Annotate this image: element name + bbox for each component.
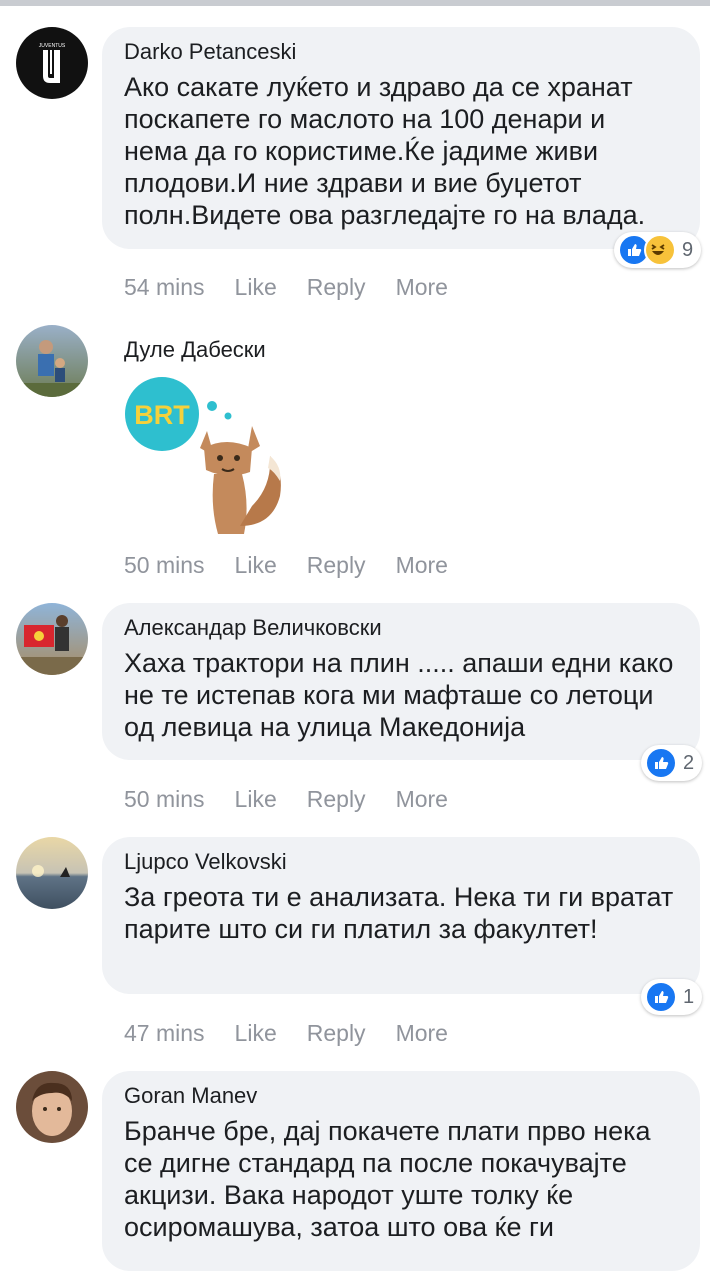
more-button[interactable]: More: [396, 274, 448, 301]
reply-button[interactable]: Reply: [307, 274, 366, 301]
haha-reaction-icon: [644, 234, 676, 266]
reaction-count: 1: [683, 985, 695, 1008]
like-button[interactable]: Like: [235, 786, 277, 813]
commenter-name[interactable]: Александар Величковски: [124, 615, 676, 641]
comment-text: Ако сакате луќето и здраво да се хранат …: [124, 72, 646, 230]
like-button[interactable]: Like: [235, 1020, 277, 1047]
reply-button[interactable]: Reply: [307, 1020, 366, 1047]
avatar[interactable]: [16, 603, 88, 675]
like-reaction-icon: [645, 981, 677, 1013]
reactions-summary[interactable]: 1: [641, 979, 703, 1015]
comment-actions: 47 mins Like Reply More: [124, 1020, 478, 1047]
svg-text:JUVENTUS: JUVENTUS: [39, 43, 66, 49]
more-button[interactable]: More: [396, 786, 448, 813]
avatar[interactable]: [16, 325, 88, 397]
comment-actions: 50 mins Like Reply More: [124, 552, 478, 579]
comment-actions: 54 mins Like Reply More: [124, 274, 478, 301]
comment-text: За греота ти е анализата. Нека ти ги вра…: [124, 882, 674, 944]
reaction-count: 2: [683, 751, 695, 774]
comment-bubble[interactable]: Goran Manev Бранче бре, дај покачете пла…: [102, 1071, 700, 1271]
juventus-logo-icon: JUVENTUS: [39, 43, 66, 83]
commenter-name[interactable]: Ljupco Velkovski: [124, 849, 676, 875]
reaction-count: 9: [682, 238, 694, 261]
comment-bubble[interactable]: Александар Величковски Хаха трактори на …: [102, 603, 700, 760]
avatar[interactable]: [16, 1071, 88, 1143]
more-button[interactable]: More: [396, 1020, 448, 1047]
fox-sticker[interactable]: BRT: [122, 376, 292, 541]
comment-text: Бранче бре, дај покачете плати прво нека…: [124, 1116, 651, 1242]
commenter-name[interactable]: Darko Petanceski: [124, 39, 676, 65]
reactions-summary[interactable]: 2: [641, 745, 703, 781]
avatar[interactable]: JUVENTUS: [16, 27, 88, 99]
more-button[interactable]: More: [396, 552, 448, 579]
timestamp: 47 mins: [124, 1020, 205, 1046]
comment-bubble[interactable]: Darko Petanceski Ако сакате луќето и здр…: [102, 27, 700, 249]
comment-bubble[interactable]: Ljupco Velkovski За греота ти е анализат…: [102, 837, 700, 994]
svg-text:BRT: BRT: [134, 400, 190, 430]
commenter-name[interactable]: Goran Manev: [124, 1083, 676, 1109]
timestamp: 50 mins: [124, 786, 205, 812]
avatar[interactable]: [16, 837, 88, 909]
reactions-summary[interactable]: 9: [614, 232, 702, 268]
timestamp: 50 mins: [124, 552, 205, 578]
commenter-name[interactable]: Дуле Дабески: [124, 337, 266, 363]
like-reaction-icon: [645, 747, 677, 779]
comment-text: Хаха трактори на плин ..... апаши едни к…: [124, 648, 674, 742]
timestamp: 54 mins: [124, 274, 205, 300]
top-divider: [0, 0, 710, 6]
reply-button[interactable]: Reply: [307, 552, 366, 579]
like-button[interactable]: Like: [235, 552, 277, 579]
comment-actions: 50 mins Like Reply More: [124, 786, 478, 813]
reply-button[interactable]: Reply: [307, 786, 366, 813]
like-button[interactable]: Like: [235, 274, 277, 301]
